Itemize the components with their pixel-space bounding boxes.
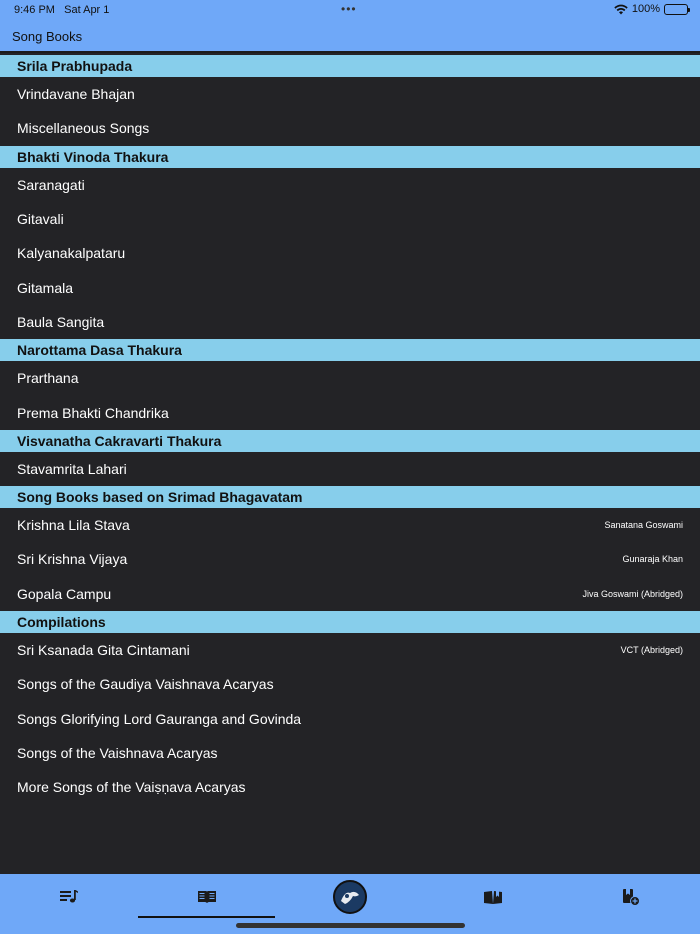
song-book-title: Prarthana xyxy=(17,370,79,387)
song-book-row[interactable]: Miscellaneous Songs xyxy=(0,111,700,145)
tab-songs[interactable] xyxy=(0,874,138,920)
song-book-title: Vrindavane Bhajan xyxy=(17,86,135,103)
song-book-row[interactable]: Sri Ksanada Gita Cintamani VCT (Abridged) xyxy=(0,633,700,667)
song-book-row[interactable]: Kalyanakalpataru xyxy=(0,236,700,270)
song-book-title: Gopala Campu xyxy=(17,585,112,602)
battery-icon xyxy=(664,3,690,15)
section-header: Visvanatha Cakravarti Thakura xyxy=(0,429,700,452)
song-book-title: Miscellaneous Songs xyxy=(17,120,150,137)
song-book-row[interactable]: Songs of the Vaishnava Acaryas xyxy=(0,736,700,770)
home-indicator[interactable] xyxy=(236,923,465,928)
song-book-row[interactable]: Saranagati xyxy=(0,168,700,202)
page-title: Song Books xyxy=(12,29,83,44)
song-book-row[interactable]: Gitamala xyxy=(0,270,700,304)
song-book-title: Songs of the Vaishnava Acaryas xyxy=(17,744,218,761)
song-book-title: Songs Glorifying Lord Gauranga and Govin… xyxy=(17,710,302,727)
song-book-title: Stavamrita Lahari xyxy=(17,460,127,477)
section-header: Narottama Dasa Thakura xyxy=(0,339,700,362)
song-book-title: Kalyanakalpataru xyxy=(17,245,126,262)
song-book-row[interactable]: Prarthana xyxy=(0,361,700,395)
tab-bookmarks[interactable] xyxy=(562,874,700,920)
section-header: Song Books based on Srimad Bhagavatam xyxy=(0,485,700,508)
song-book-title: Gitamala xyxy=(17,279,74,296)
status-time: 9:46 PM Sat Apr 1 xyxy=(14,4,109,16)
section-header: Srila Prabhupada xyxy=(0,55,700,77)
song-list-icon xyxy=(60,890,78,903)
song-book-row[interactable]: Prema Bhakti Chandrika xyxy=(0,395,700,429)
song-book-title: Krishna Lila Stava xyxy=(17,517,130,534)
multitasking-dots-icon[interactable]: ••• xyxy=(341,2,357,16)
wifi-icon xyxy=(614,4,628,14)
song-book-row[interactable]: Gitavali xyxy=(0,202,700,236)
song-book-title: Sri Krishna Vijaya xyxy=(17,551,128,568)
song-book-row[interactable]: Krishna Lila Stava Sanatana Goswami xyxy=(0,508,700,542)
reading-book-icon xyxy=(484,890,502,904)
song-book-row[interactable]: Baula Sangita xyxy=(0,305,700,339)
song-book-row[interactable]: More Songs of the Vaiṣṇava Acaryas xyxy=(0,770,700,804)
song-book-row[interactable]: Sri Krishna Vijaya Gunaraja Khan xyxy=(0,542,700,576)
song-book-row[interactable]: Vrindavane Bhajan xyxy=(0,77,700,111)
song-book-row[interactable]: Stavamrita Lahari xyxy=(0,452,700,486)
song-book-row[interactable]: Songs of the Gaudiya Vaishnava Acaryas xyxy=(0,667,700,701)
add-bookmark-icon xyxy=(623,889,640,906)
song-book-row[interactable]: Songs Glorifying Lord Gauranga and Govin… xyxy=(0,701,700,735)
tab-reading[interactable] xyxy=(424,874,562,920)
song-books-list: Srila Prabhupada Vrindavane Bhajan Miscell… xyxy=(0,55,700,804)
top-bar: 9:46 PM Sat Apr 1 ••• 100% Song Books xyxy=(0,0,700,53)
tab-bar xyxy=(0,874,700,934)
song-book-row[interactable]: Gopala Campu Jiva Goswami (Abridged) xyxy=(0,577,700,611)
logo-icon xyxy=(333,880,367,914)
battery-percent: 100% xyxy=(631,3,660,15)
status-clock: 9:46 PM xyxy=(14,4,55,16)
song-book-author: Gunaraja Khan xyxy=(622,554,683,565)
section-header: Bhakti Vinoda Thakura xyxy=(0,145,700,168)
song-book-author: Jiva Goswami (Abridged) xyxy=(582,588,683,599)
status-date: Sat Apr 1 xyxy=(64,4,110,16)
song-book-title: Sri Ksanada Gita Cintamani xyxy=(17,642,190,658)
selected-tab-indicator xyxy=(138,916,275,918)
song-book-author: Sanatana Goswami xyxy=(604,520,683,531)
open-book-icon xyxy=(198,891,216,903)
tab-home[interactable] xyxy=(281,874,419,920)
song-book-title: Prema Bhakti Chandrika xyxy=(17,404,169,421)
tab-song-books[interactable] xyxy=(138,874,276,920)
section-header: Compilations xyxy=(0,610,700,633)
song-book-author: VCT (Abridged) xyxy=(620,645,683,655)
song-book-title: Baula Sangita xyxy=(17,313,105,330)
song-book-title: Saranagati xyxy=(17,176,85,193)
status-right: 100% xyxy=(614,3,690,15)
song-book-title: Gitavali xyxy=(17,211,64,228)
song-book-title: Songs of the Gaudiya Vaishnava Acaryas xyxy=(17,676,274,693)
song-book-title: More Songs of the Vaiṣṇava Acaryas xyxy=(17,779,246,796)
